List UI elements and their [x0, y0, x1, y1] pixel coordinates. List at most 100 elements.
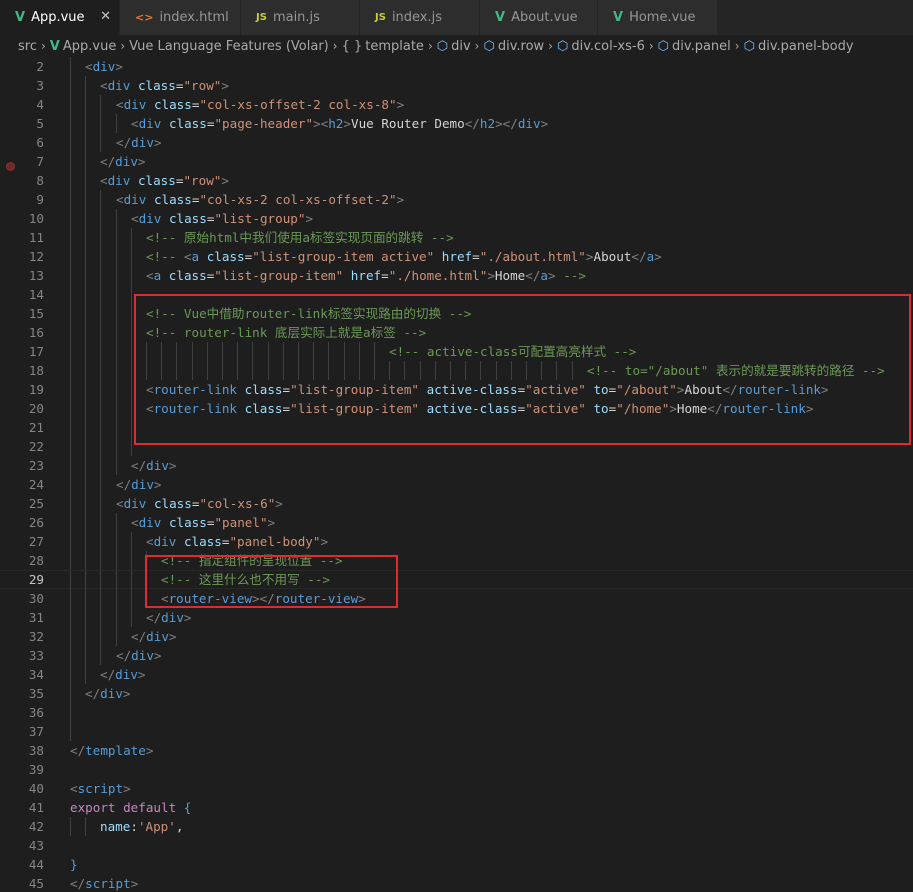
code-text: </div>: [116, 646, 162, 665]
breadcrumb-item[interactable]: src: [18, 39, 37, 54]
code-token: <: [131, 211, 139, 226]
code-line[interactable]: 28 <!-- 指定组件的呈现位置 -->: [0, 551, 913, 570]
indent-guide: [85, 209, 86, 228]
code-line[interactable]: 2 <div>: [0, 57, 913, 76]
code-line[interactable]: 29 <!-- 这里什么也不用写 -->: [0, 570, 913, 590]
code-line[interactable]: 11 <!-- 原始html中我们使用a标签实现页面的跳转 -->: [0, 228, 913, 247]
tab-main-js[interactable]: JS main.js: [241, 0, 360, 35]
code-line[interactable]: 10 <div class="list-group">: [0, 209, 913, 228]
code-line[interactable]: 27 <div class="panel-body">: [0, 532, 913, 551]
tab-about-vue[interactable]: V About.vue: [480, 0, 598, 35]
code-line[interactable]: 36: [0, 703, 913, 722]
indent-guide: [116, 589, 117, 608]
code-token: Home: [494, 268, 526, 283]
tab-home-vue[interactable]: V Home.vue: [598, 0, 718, 35]
breadcrumb-item[interactable]: ⬡ div.row: [483, 39, 544, 54]
code-line[interactable]: 13 <a class="list-group-item" href="./hom…: [0, 266, 913, 285]
code-line[interactable]: 4 <div class="col-xs-offset-2 col-xs-8">: [0, 95, 913, 114]
indent-guide: [116, 228, 117, 247]
code-line[interactable]: 45 </script>: [0, 874, 913, 892]
tab-label: main.js: [272, 10, 320, 25]
line-number: 39: [28, 762, 44, 777]
code-line[interactable]: 9 <div class="col-xs-2 col-xs-offset-2">: [0, 190, 913, 209]
code-token: div: [131, 135, 154, 150]
code-token: <: [100, 78, 108, 93]
indent-guide: [85, 475, 86, 494]
code-line[interactable]: 23 </div>: [0, 456, 913, 475]
code-token: "col-xs-6": [199, 496, 276, 511]
tab-label: About.vue: [511, 10, 578, 25]
code-line[interactable]: 7 </div>: [0, 152, 913, 171]
code-line[interactable]: 30 <router-view></router-view>: [0, 589, 913, 608]
indent-guide: [131, 532, 132, 551]
tab-label: App.vue: [31, 10, 85, 25]
code-token: >: [343, 116, 351, 131]
code-line[interactable]: 8 <div class="row">: [0, 171, 913, 190]
code-line[interactable]: 42 name:'App',: [0, 817, 913, 836]
indent-guide: [70, 513, 71, 532]
indent-guide: [100, 247, 101, 266]
code-line[interactable]: 25 <div class="col-xs-6">: [0, 494, 913, 513]
breadcrumb-item[interactable]: ⬡ div.panel-body: [744, 39, 854, 54]
code-line[interactable]: 26 <div class="panel">: [0, 513, 913, 532]
code-line[interactable]: 3 <div class="row">: [0, 76, 913, 95]
js-icon: JS: [256, 12, 267, 23]
code-line[interactable]: 12 <!-- <a class = "list-group-item active"…: [0, 247, 913, 266]
cube-icon: ⬡: [436, 38, 449, 54]
cube-icon: ⬡: [743, 38, 755, 54]
breadcrumb-item[interactable]: V App.vue: [50, 39, 117, 54]
code-line[interactable]: 32 </div>: [0, 627, 913, 646]
code-token: <: [116, 496, 124, 511]
code-line[interactable]: 24 </div>: [0, 475, 913, 494]
indent-guide: [131, 571, 132, 590]
code-text: <div class="col-xs-6">: [116, 494, 283, 513]
line-number: 19: [28, 382, 44, 397]
close-icon[interactable]: ✕: [100, 9, 111, 24]
indent-guide: [85, 665, 86, 684]
tab-app-vue[interactable]: V App.vue ✕: [0, 0, 120, 35]
code-line[interactable]: 35 </div>: [0, 684, 913, 703]
cube-icon: ⬡: [556, 38, 569, 54]
tab-index-html[interactable]: <> index.html: [120, 0, 241, 35]
indent-guide: [70, 114, 71, 133]
code-line[interactable]: 6 </div>: [0, 133, 913, 152]
indent-guide: [85, 399, 86, 418]
code-line[interactable]: 34 </div>: [0, 665, 913, 684]
code-token: default: [123, 800, 177, 815]
code-line[interactable]: 37: [0, 722, 913, 741]
breadcrumb-item[interactable]: ⬡ div.col-xs-6: [557, 39, 645, 54]
code-line[interactable]: 41 export default {: [0, 798, 913, 817]
code-editor[interactable]: 2 <div> 3 <div class="row"> 4 <div class="col…: [0, 57, 913, 892]
line-number: 36: [28, 705, 44, 720]
code-token: "row": [183, 78, 222, 93]
code-token: <: [100, 173, 108, 188]
indent-guide: [100, 494, 101, 513]
breadcrumb-item[interactable]: { } template: [342, 39, 424, 54]
code-token: class: [168, 268, 207, 283]
breadcrumb-item[interactable]: ⬡ div.panel: [658, 39, 731, 54]
tab-index-js[interactable]: JS index.js: [360, 0, 480, 35]
indent-guide: [100, 323, 101, 342]
code-line[interactable]: 43: [0, 836, 913, 855]
code-line[interactable]: 39: [0, 760, 913, 779]
indent-guide: [70, 817, 71, 836]
line-number: 34: [28, 667, 44, 682]
indent-guide: [85, 285, 86, 304]
code-line[interactable]: 5 <div class="page-header"><h2>Vue Router…: [0, 114, 913, 133]
indent-guide: [131, 551, 132, 570]
indent-guide: [70, 209, 71, 228]
indent-guide: [70, 665, 71, 684]
breadcrumb-item[interactable]: Vue Language Features (Volar): [129, 39, 329, 54]
code-line[interactable]: 31 </div>: [0, 608, 913, 627]
line-number: 21: [28, 420, 44, 435]
code-line[interactable]: 44}: [0, 855, 913, 874]
line-number: 32: [28, 629, 44, 644]
code-line[interactable]: 40 <script>: [0, 779, 913, 798]
breadcrumb-item[interactable]: ⬡ div: [437, 39, 471, 54]
code-line[interactable]: 38 </template>: [0, 741, 913, 760]
indent-guide: [116, 437, 117, 456]
indent-guide: [70, 304, 71, 323]
code-line[interactable]: 33 </div>: [0, 646, 913, 665]
html-icon: <>: [135, 11, 154, 24]
